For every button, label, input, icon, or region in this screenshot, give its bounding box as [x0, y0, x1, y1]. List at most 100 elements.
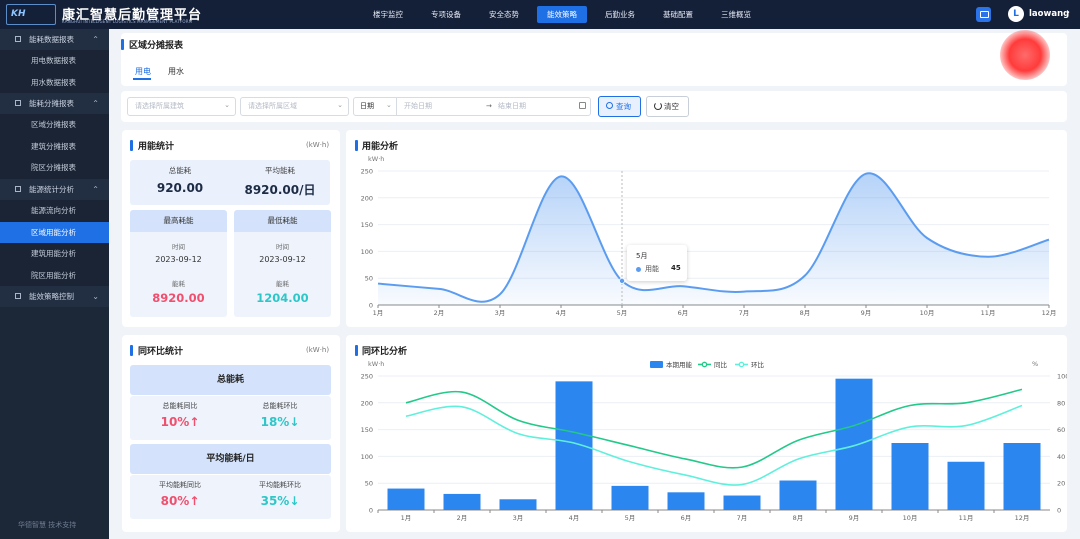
- sidebar-item-active[interactable]: 区域用能分析: [0, 221, 109, 244]
- total-yoy-box: 总能耗同比 10%↑ 总能耗环比 18%↓: [130, 396, 331, 440]
- start-date-input[interactable]: 开始日期: [404, 98, 432, 115]
- building-select-placeholder: 请选择所属建筑: [135, 102, 184, 110]
- nav-item[interactable]: 后勤业务: [595, 6, 645, 23]
- bar: [947, 461, 985, 510]
- chevron-right-icon[interactable]: ›: [1066, 7, 1070, 18]
- sidebar-item[interactable]: 建筑分摊报表: [0, 135, 109, 158]
- usage-summary-box: 总能耗 920.00 平均能耗 8920.00/日: [130, 160, 330, 205]
- y2-tick-label: 0: [1057, 507, 1061, 515]
- clear-button[interactable]: 清空: [646, 96, 689, 117]
- tab-underline: [133, 78, 151, 80]
- nav-item[interactable]: 安全态势: [479, 6, 529, 23]
- x-tick-label: 5月: [617, 309, 628, 317]
- legend-marker: [738, 361, 745, 368]
- clear-button-label: 清空: [664, 102, 679, 111]
- tab-electricity[interactable]: 用电: [135, 66, 151, 77]
- x-tick-label: 2月: [457, 514, 468, 522]
- x-tick-label: 10月: [903, 514, 918, 522]
- area-select-placeholder: 请选择所属区域: [248, 102, 297, 110]
- total-yoy-label: 总能耗同比: [162, 402, 198, 410]
- bar: [555, 381, 593, 510]
- sidebar-item[interactable]: 区域分摊报表: [0, 114, 109, 136]
- recording-indicator: [1000, 30, 1050, 80]
- max-energy-header: 最高耗能: [130, 210, 227, 232]
- tab-water[interactable]: 用水: [168, 66, 184, 77]
- sidebar-footer: 华德智慧 技术支持: [18, 521, 77, 529]
- y2-tick-label: 20: [1057, 480, 1065, 488]
- nav-item[interactable]: 专项设备: [421, 6, 471, 23]
- yoy-combo-chart[interactable]: kW·h% 0 50 100 150 200 250 0 20 40 60 80 100 1月 2月 3月 4月…: [346, 355, 1067, 532]
- sidebar-group-label: 能耗分摊报表: [29, 99, 74, 109]
- min-energy-box: 时间 2023-09-12 能耗 1204.00: [234, 232, 331, 317]
- x-tick-label: 7月: [737, 514, 748, 522]
- bar: [779, 480, 817, 510]
- date-range-picker[interactable]: 日期 ⌄ 开始日期 → 结束日期: [353, 97, 591, 116]
- end-date-input[interactable]: 结束日期: [498, 98, 526, 115]
- sidebar-item[interactable]: 建筑用能分析: [0, 243, 109, 265]
- query-button-label: 查询: [616, 102, 631, 111]
- nav-item[interactable]: 三维概览: [711, 6, 761, 23]
- date-type-select[interactable]: 日期: [360, 98, 374, 115]
- chevron-up-icon: ⌃: [92, 99, 99, 109]
- username[interactable]: laowang: [1029, 9, 1069, 19]
- y-tick-label: 0: [369, 507, 373, 515]
- bar: [667, 492, 705, 510]
- avg-mom-label: 平均能耗环比: [259, 481, 301, 489]
- sidebar-item[interactable]: 院区用能分析: [0, 264, 109, 287]
- x-tick-label: 1月: [401, 514, 412, 522]
- sidebar-item[interactable]: 用电数据报表: [0, 50, 109, 72]
- calendar-icon[interactable]: [579, 102, 586, 109]
- query-button[interactable]: 查询: [598, 96, 641, 117]
- y-tick-label: 50: [365, 275, 373, 283]
- usage-area-chart[interactable]: kW·h0501001502002501月 2月 3月 4月 5月 6月 7月 8月 9月 10月…: [346, 150, 1067, 327]
- max-energy-box: 时间 2023-09-12 能耗 8920.00: [130, 232, 227, 317]
- y2-tick-label: 100: [1057, 373, 1067, 381]
- x-tick-label: 8月: [793, 514, 804, 522]
- sidebar-group-energy-data-reports[interactable]: 能耗数据报表 ⌃: [0, 29, 109, 50]
- sidebar-item[interactable]: 用水数据报表: [0, 71, 109, 94]
- x-tick-label: 8月: [800, 309, 811, 317]
- avg-yoy-box: 平均能耗同比 80%↑ 平均能耗环比 35%↓: [130, 475, 331, 519]
- min-time-label: 时间: [276, 243, 289, 251]
- title-accent-bar: [130, 140, 133, 151]
- nav-item[interactable]: 楼宇监控: [363, 6, 413, 23]
- nav-item[interactable]: 基础配置: [653, 6, 703, 23]
- avatar[interactable]: L: [1008, 6, 1024, 22]
- y2-tick-label: 40: [1057, 453, 1065, 461]
- avg-yoy-value: 80%↑: [160, 494, 200, 508]
- top-navigation-bar: KH 康汇智慧后勤管理平台 KANGHUI INTELLIGENT LOGIST…: [0, 0, 1080, 29]
- grid-icon: [15, 293, 21, 300]
- divider: [396, 98, 397, 115]
- chevron-down-icon: ⌄: [224, 101, 230, 109]
- y-axis-unit: kW·h: [368, 155, 384, 163]
- area-select[interactable]: 请选择所属区域 ⌄: [240, 97, 349, 116]
- sidebar-group-efficiency-control[interactable]: 能效策略控制 ⌄: [0, 286, 109, 308]
- usage-stats-unit: (kW·h): [306, 141, 330, 149]
- tooltip-series-name: 用能: [645, 265, 659, 273]
- x-tick-label: 6月: [678, 309, 689, 317]
- y-tick-label: 100: [361, 453, 373, 461]
- min-date: 2023-09-12: [259, 255, 306, 264]
- bar: [443, 493, 481, 510]
- y-tick-label: 150: [361, 426, 373, 434]
- sidebar-group-energy-allocation-reports[interactable]: 能耗分摊报表 ⌃: [0, 93, 109, 115]
- total-mom-label: 总能耗环比: [262, 402, 298, 410]
- tooltip-category: 5月: [636, 252, 648, 260]
- bar: [835, 378, 873, 510]
- y-tick-label: 200: [361, 399, 373, 407]
- tooltip-series-dot: [636, 267, 641, 272]
- legend-swatch: [650, 361, 663, 368]
- chart-tooltip: 5月 用能 45: [627, 245, 687, 281]
- avg-yoy-label: 平均能耗同比: [159, 481, 201, 489]
- chevron-down-icon: ⌄: [92, 292, 99, 302]
- refresh-icon: [654, 102, 662, 110]
- sidebar-item[interactable]: 能源流向分析: [0, 199, 109, 222]
- nav-item[interactable]: 能效策略: [537, 6, 587, 23]
- message-icon[interactable]: [976, 7, 991, 22]
- chevron-down-icon: ⌄: [386, 101, 392, 109]
- data-point: [618, 277, 625, 284]
- y-tick-label: 50: [365, 480, 373, 488]
- bar: [611, 485, 649, 510]
- search-icon: [606, 102, 613, 109]
- building-select[interactable]: 请选择所属建筑 ⌄: [127, 97, 236, 116]
